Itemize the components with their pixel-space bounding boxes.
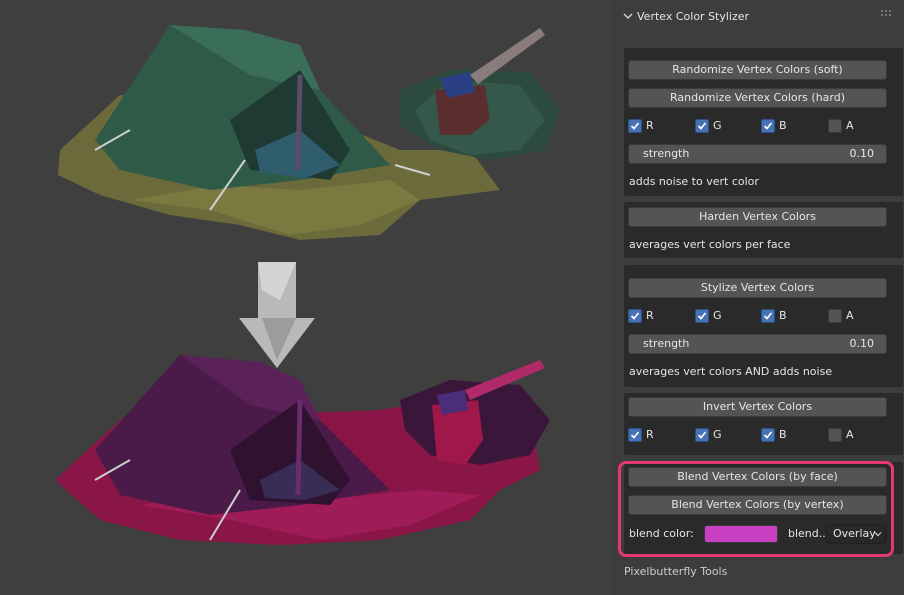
invert-box: Invert Vertex Colors R G B A (624, 393, 903, 455)
harden-box: Harden Vertex Colors averages vert color… (624, 202, 903, 258)
invert-g-checkbox[interactable]: G (695, 427, 755, 443)
blend-highlight-frame (618, 461, 894, 557)
checkbox-checked-icon (695, 309, 709, 323)
checkbox-unchecked-icon (828, 428, 842, 442)
3d-viewport[interactable] (0, 0, 612, 595)
down-arrow-icon (239, 262, 315, 368)
invert-a-checkbox[interactable]: A (828, 427, 888, 443)
chevron-down-icon[interactable] (622, 10, 634, 22)
panel-header[interactable]: Vertex Color Stylizer (612, 0, 904, 34)
viewport-illustration (55, 25, 560, 545)
invert-r-checkbox[interactable]: R (628, 427, 688, 443)
harden-description: averages vert colors per face (629, 238, 791, 251)
checkbox-checked-icon (628, 119, 642, 133)
randomize-channels: R G B A (628, 118, 885, 134)
checkbox-checked-icon (695, 119, 709, 133)
invert-b-checkbox[interactable]: B (761, 427, 821, 443)
checkbox-checked-icon (761, 428, 775, 442)
stylize-channels: R G B A (628, 308, 885, 324)
randomize-b-checkbox[interactable]: B (761, 118, 821, 134)
stylize-box: Stylize Vertex Colors R G B A strength 0… (624, 265, 903, 387)
randomize-hard-button[interactable]: Randomize Vertex Colors (hard) (628, 88, 887, 108)
drag-grip-icon[interactable] (880, 9, 894, 19)
checkbox-unchecked-icon (828, 309, 842, 323)
stylize-strength-slider[interactable]: strength 0.10 (628, 334, 887, 354)
stylize-b-checkbox[interactable]: B (761, 308, 821, 324)
checkbox-checked-icon (761, 309, 775, 323)
randomize-description: adds noise to vert color (629, 175, 759, 188)
randomize-soft-button[interactable]: Randomize Vertex Colors (soft) (628, 60, 887, 80)
randomize-r-checkbox[interactable]: R (628, 118, 688, 134)
checkbox-checked-icon (761, 119, 775, 133)
stylize-g-checkbox[interactable]: G (695, 308, 755, 324)
stylize-button[interactable]: Stylize Vertex Colors (628, 278, 887, 298)
checkbox-checked-icon (695, 428, 709, 442)
panel-footer: Pixelbutterfly Tools (624, 565, 728, 578)
checkbox-unchecked-icon (828, 119, 842, 133)
randomize-box: Randomize Vertex Colors (soft) Randomize… (624, 48, 903, 196)
randomize-g-checkbox[interactable]: G (695, 118, 755, 134)
original-tent-scene (58, 25, 560, 240)
stylize-r-checkbox[interactable]: R (628, 308, 688, 324)
randomize-a-checkbox[interactable]: A (828, 118, 888, 134)
checkbox-checked-icon (628, 428, 642, 442)
panel-title: Vertex Color Stylizer (637, 10, 750, 23)
invert-button[interactable]: Invert Vertex Colors (628, 397, 887, 417)
stylized-tent-scene (55, 355, 550, 545)
randomize-strength-slider[interactable]: strength 0.10 (628, 144, 887, 164)
stylize-description: averages vert colors AND adds noise (629, 365, 833, 378)
harden-button[interactable]: Harden Vertex Colors (628, 207, 887, 227)
stylize-a-checkbox[interactable]: A (828, 308, 888, 324)
invert-channels: R G B A (628, 427, 885, 443)
checkbox-checked-icon (628, 309, 642, 323)
